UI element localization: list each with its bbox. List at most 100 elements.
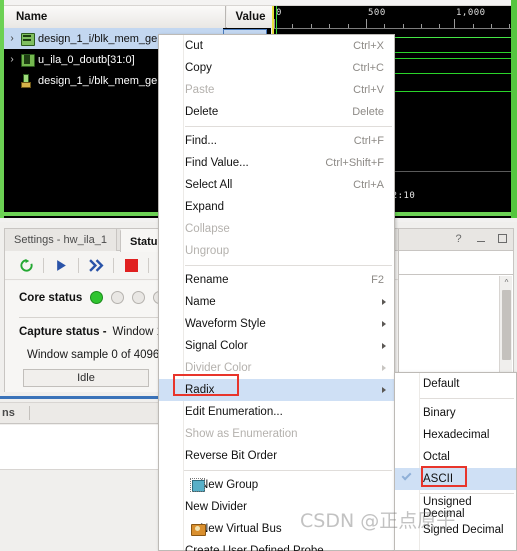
menu-item-show-as-enumeration: Show as Enumeration	[159, 423, 394, 445]
menu-item-new-divider[interactable]: New Divider	[159, 496, 394, 518]
run-icon[interactable]	[48, 255, 74, 277]
menu-item-name[interactable]: Name	[159, 291, 394, 313]
check-icon	[401, 470, 412, 481]
menu-item-label: Copy	[185, 62, 212, 74]
expander-icon[interactable]: ›	[4, 54, 20, 65]
menu-item-label: Reverse Bit Order	[185, 450, 278, 462]
menu-item-shortcut: Ctrl+A	[353, 179, 384, 191]
menu-item-label: Ungroup	[185, 245, 230, 257]
menu-item-label: Expand	[185, 201, 225, 213]
menu-item-label: Signal Color	[185, 340, 248, 352]
menu-item-delete[interactable]: Delete Delete	[159, 101, 394, 123]
menu-item-create-user-defined-probe[interactable]: Create User Defined Probe...	[159, 540, 394, 551]
bottom-tab-label[interactable]: ns	[0, 407, 15, 419]
menu-item-new-group[interactable]: New Group	[159, 474, 394, 496]
chevron-right-icon	[382, 299, 386, 305]
signal-name: u_ila_0_doutb[31:0]	[38, 53, 135, 66]
refresh-icon[interactable]	[13, 255, 39, 277]
menu-item-rename[interactable]: Rename F2	[159, 269, 394, 291]
menu-item-waveform-style[interactable]: Waveform Style	[159, 313, 394, 335]
menu-item-label: Signed Decimal	[423, 524, 504, 536]
menu-item-shortcut: Ctrl+V	[353, 84, 384, 96]
menu-separator	[185, 126, 392, 127]
menu-item-new-virtual-bus[interactable]: New Virtual Bus	[159, 518, 394, 540]
expander-icon[interactable]: ›	[4, 33, 20, 44]
menu-item-label: Default	[423, 378, 460, 390]
menu-separator	[161, 470, 392, 471]
chevron-right-icon	[382, 387, 386, 393]
menu-item-shortcut: Ctrl+F	[353, 135, 384, 147]
radix-item-signed-decimal[interactable]: Signed Decimal	[395, 519, 516, 541]
menu-item-label: Find...	[185, 135, 217, 147]
menu-item-radix[interactable]: Radix	[159, 379, 394, 401]
menu-item-expand[interactable]: Expand	[159, 196, 394, 218]
menu-item-paste: Paste Ctrl+V	[159, 79, 394, 101]
app-root: Name Value › design_1_i/blk_mem_ge › u_i…	[0, 0, 517, 551]
menu-item-reverse-bit-order[interactable]: Reverse Bit Order	[159, 445, 394, 467]
menu-item-label: Rename	[185, 274, 229, 286]
column-header-name[interactable]: Name	[4, 6, 226, 28]
menu-item-ungroup: Ungroup	[159, 240, 394, 262]
menu-item-label: ASCII	[423, 473, 454, 485]
core-status-led-2	[111, 291, 125, 304]
help-icon[interactable]: ?	[452, 232, 465, 245]
menu-item-label: Find Value...	[185, 157, 249, 169]
menu-item-label: Waveform Style	[185, 318, 266, 330]
menu-item-label: Show as Enumeration	[185, 428, 298, 440]
menu-item-shortcut: Ctrl+X	[353, 40, 384, 52]
side-panel-header: ?	[399, 229, 513, 251]
chevron-right-icon	[382, 321, 386, 327]
probe-icon	[20, 74, 35, 88]
menu-item-copy[interactable]: Copy Ctrl+C	[159, 57, 394, 79]
signal-name: design_1_i/blk_mem_ge	[38, 74, 158, 87]
tab-settings[interactable]: Settings - hw_ila_1	[5, 229, 117, 251]
bus-icon	[20, 32, 35, 46]
menu-item-select-all[interactable]: Select All Ctrl+A	[159, 174, 394, 196]
menu-item-label: Hexadecimal	[423, 429, 490, 441]
menu-item-shortcut: Delete	[352, 106, 384, 118]
minimize-icon[interactable]	[474, 232, 487, 245]
new-group-icon	[190, 478, 205, 492]
context-menu[interactable]: Cut Ctrl+X Copy Ctrl+C Paste Ctrl+V Dele…	[158, 34, 395, 551]
radix-item-binary[interactable]: Binary	[395, 402, 516, 424]
menu-item-edit-enumeration[interactable]: Edit Enumeration...	[159, 401, 394, 423]
status-badge: Idle	[23, 369, 149, 387]
menu-item-label: Name	[185, 296, 216, 308]
run-all-icon[interactable]	[83, 255, 109, 277]
scrollbar-thumb[interactable]	[502, 290, 511, 360]
menu-item-find-value[interactable]: Find Value... Ctrl+Shift+F	[159, 152, 394, 174]
radix-item-octal[interactable]: Octal	[395, 446, 516, 468]
stop-icon[interactable]	[118, 255, 144, 277]
radix-item-unsigned-decimal[interactable]: Unsigned Decimal	[395, 496, 516, 520]
radix-item-hexadecimal[interactable]: Hexadecimal	[395, 424, 516, 446]
side-panel-field[interactable]	[399, 252, 513, 275]
core-status-label: Core status	[19, 291, 83, 304]
radix-item-ascii[interactable]: ASCII	[395, 468, 516, 490]
radix-submenu[interactable]: Default Binary Hexadecimal Octal ASCII U…	[394, 372, 517, 551]
menu-item-label: Create User Defined Probe...	[185, 545, 334, 551]
time-ruler[interactable]: 0 500 1,000	[272, 6, 511, 34]
menu-item-label: Paste	[185, 84, 215, 96]
menu-item-label: Edit Enumeration...	[185, 406, 283, 418]
column-header-value[interactable]: Value	[227, 6, 275, 28]
menu-item-shortcut: Ctrl+C	[352, 62, 384, 74]
menu-item-label: Cut	[185, 40, 203, 52]
core-status-led-1	[90, 291, 104, 304]
scroll-up-icon[interactable]: ^	[500, 276, 513, 289]
menu-item-find[interactable]: Find... Ctrl+F	[159, 130, 394, 152]
signal-name: design_1_i/blk_mem_ge	[38, 32, 158, 45]
menu-item-signal-color[interactable]: Signal Color	[159, 335, 394, 357]
menu-item-label: Collapse	[185, 223, 230, 235]
capture-status-row: Capture status - Window 1	[19, 326, 163, 338]
menu-item-label: Unsigned Decimal	[423, 496, 472, 520]
menu-item-cut[interactable]: Cut Ctrl+X	[159, 35, 394, 57]
maximize-icon[interactable]	[496, 232, 509, 245]
menu-item-label: New Divider	[185, 501, 247, 513]
menu-item-label: Octal	[423, 451, 450, 463]
menu-item-label: Delete	[185, 106, 219, 118]
radix-item-default[interactable]: Default	[395, 373, 516, 395]
menu-separator	[185, 265, 392, 266]
capture-status-label: Capture status -	[19, 326, 107, 338]
core-status-led-3	[132, 291, 146, 304]
menu-item-collapse: Collapse	[159, 218, 394, 240]
